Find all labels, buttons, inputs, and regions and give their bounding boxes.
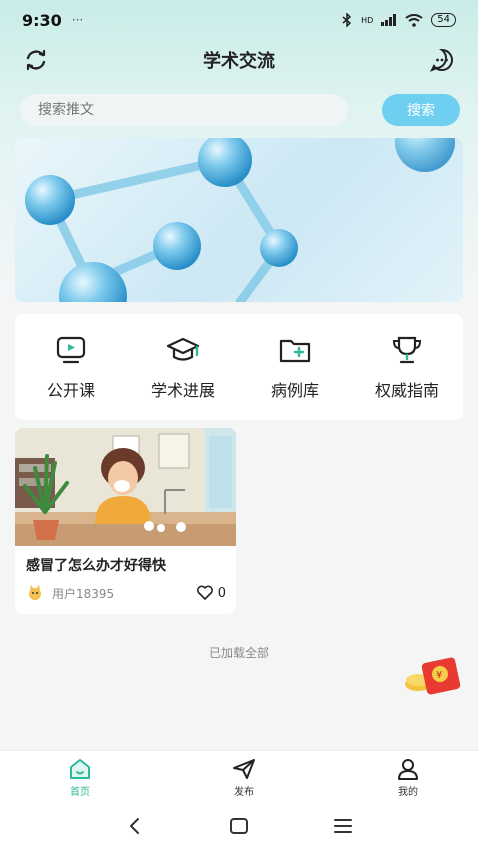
post-card[interactable]: 感冒了怎么办才好得快 用户18395 0 bbox=[15, 428, 236, 614]
refresh-icon[interactable] bbox=[22, 46, 50, 74]
banner-molecule-image[interactable] bbox=[15, 138, 463, 302]
avatar bbox=[29, 585, 41, 600]
status-bar: 9:30 ··· HD 54 bbox=[0, 0, 478, 40]
quick-nav: 公开课 学术进展 病例库 权威指南 bbox=[15, 314, 463, 420]
bottom-tab-bar: 首页 发布 我的 bbox=[0, 750, 478, 802]
signal-hd-label: HD bbox=[361, 15, 374, 25]
trophy-icon bbox=[390, 333, 424, 367]
menu-icon[interactable] bbox=[331, 814, 355, 838]
red-packet-icon[interactable]: ¥ bbox=[402, 656, 462, 696]
page-title: 学术交流 bbox=[203, 51, 275, 72]
nav-label: 病例库 bbox=[270, 381, 319, 400]
wifi-icon bbox=[405, 13, 423, 27]
search-input[interactable] bbox=[20, 94, 348, 126]
app-header: 学术交流 bbox=[0, 40, 478, 80]
post-title: 感冒了怎么办才好得快 bbox=[26, 558, 166, 574]
bluetooth-icon bbox=[342, 13, 352, 27]
post-cover-image bbox=[15, 428, 236, 546]
tab-label: 发布 bbox=[234, 787, 254, 798]
home-button-icon[interactable] bbox=[227, 814, 251, 838]
graduation-cap-icon bbox=[166, 333, 200, 367]
tab-publish[interactable]: 发布 bbox=[224, 751, 264, 802]
tab-home[interactable]: 首页 bbox=[60, 751, 100, 802]
search-button[interactable]: 搜索 bbox=[382, 94, 460, 126]
search-row: 搜索 bbox=[20, 94, 460, 126]
post-meta: 用户18395 0 bbox=[26, 583, 226, 603]
tv-play-icon bbox=[54, 333, 88, 367]
signal-icon bbox=[381, 14, 397, 26]
tab-label: 首页 bbox=[70, 787, 90, 798]
nav-academic-progress[interactable]: 学术进展 bbox=[133, 333, 233, 401]
tab-label: 我的 bbox=[398, 787, 418, 798]
home-icon bbox=[70, 759, 90, 779]
send-icon bbox=[233, 759, 255, 779]
like-button[interactable]: 0 bbox=[196, 585, 226, 601]
nav-label: 学术进展 bbox=[150, 381, 215, 400]
tab-mine[interactable]: 我的 bbox=[388, 751, 428, 802]
status-notification-dots: ··· bbox=[71, 13, 84, 27]
nav-label: 权威指南 bbox=[374, 381, 439, 400]
heart-icon bbox=[196, 585, 213, 600]
nav-authority-guide[interactable]: 权威指南 bbox=[357, 333, 457, 401]
system-nav-bar bbox=[0, 802, 478, 850]
battery-indicator: 54 bbox=[431, 13, 456, 27]
nav-label: 公开课 bbox=[46, 381, 95, 400]
folder-plus-icon bbox=[278, 333, 312, 367]
like-count: 0 bbox=[217, 585, 226, 601]
message-icon[interactable] bbox=[428, 46, 456, 74]
back-icon[interactable] bbox=[123, 814, 147, 838]
post-author: 用户18395 bbox=[52, 586, 115, 601]
status-icons: HD 54 bbox=[341, 13, 456, 27]
svg-text:¥: ¥ bbox=[436, 670, 442, 681]
nav-case-library[interactable]: 病例库 bbox=[245, 333, 345, 401]
molecule-illustration bbox=[25, 138, 455, 302]
nav-open-course[interactable]: 公开课 bbox=[21, 333, 121, 401]
user-icon bbox=[398, 759, 418, 780]
status-time: 9:30 bbox=[22, 10, 62, 30]
